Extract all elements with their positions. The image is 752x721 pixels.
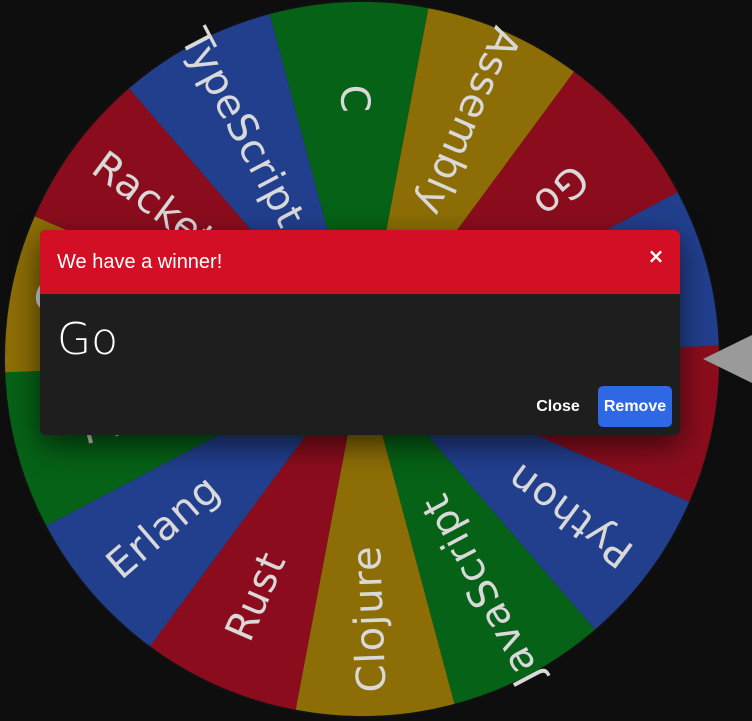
winner-name: Go: [57, 314, 119, 365]
close-icon[interactable]: ×: [646, 244, 666, 268]
remove-button[interactable]: Remove: [598, 386, 672, 427]
wheel-app: CAssemblyGoPrologForthPythonJavaScriptCl…: [0, 0, 752, 721]
close-button[interactable]: Close: [527, 387, 589, 427]
winner-dialog: We have a winner! × Go Close Remove: [40, 230, 680, 435]
dialog-header: We have a winner! ×: [40, 230, 680, 294]
dialog-title: We have a winner!: [57, 251, 223, 273]
